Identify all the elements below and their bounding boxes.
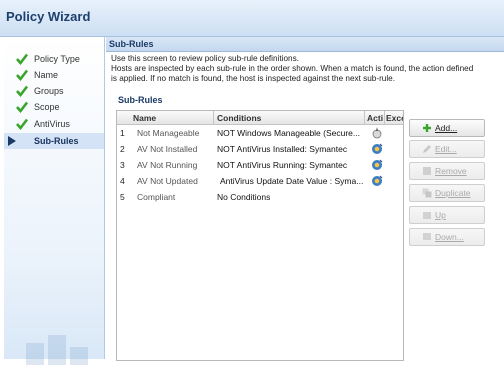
checkmark-icon xyxy=(16,69,28,81)
row-condition: No Conditions xyxy=(217,192,271,202)
sidebar-item-label: Policy Type xyxy=(34,54,80,64)
subrules-section-title: Sub-Rules xyxy=(118,95,163,105)
checkmark-icon xyxy=(16,85,28,97)
move-up-icon xyxy=(423,212,431,219)
row-number: 2 xyxy=(120,144,125,154)
description-line: is applied. If no match is found, the ho… xyxy=(111,74,395,83)
duplicate-button-label: Duplicate xyxy=(435,188,471,198)
sidebar-item-antivirus[interactable]: AntiVirus xyxy=(4,116,104,132)
checkmark-icon xyxy=(16,101,28,113)
row-number: 4 xyxy=(120,176,125,186)
sidebar-item-policy-type[interactable]: Policy Type xyxy=(4,51,104,67)
add-button[interactable]: Add... xyxy=(409,119,485,137)
remove-icon xyxy=(423,167,431,175)
up-button-label: Up xyxy=(435,210,446,220)
up-button[interactable]: Up xyxy=(409,206,485,224)
action-icon[interactable] xyxy=(371,159,383,171)
table-row[interactable]: 4 AV Not Updated AntiVirus Update Date V… xyxy=(117,173,403,189)
column-header-action[interactable]: Action xyxy=(367,113,383,123)
row-name: Not Manageable xyxy=(137,128,200,138)
row-condition: AntiVirus Update Date Value : Syma... xyxy=(220,176,364,186)
plus-icon xyxy=(423,124,431,132)
checkmark-icon xyxy=(16,53,28,65)
row-condition: NOT AntiVirus Running: Symantec xyxy=(217,160,348,170)
panel-header: Sub-Rules xyxy=(106,37,504,52)
table-header: Name Conditions Action Exce xyxy=(117,111,403,125)
move-down-icon xyxy=(423,233,431,240)
row-name: Compliant xyxy=(137,192,176,202)
pencil-icon xyxy=(423,145,431,153)
duplicate-icon xyxy=(422,188,432,198)
remove-button[interactable]: Remove xyxy=(409,162,485,180)
main-panel: Sub-Rules Use this screen to review poli… xyxy=(106,37,504,361)
duplicate-button[interactable]: Duplicate xyxy=(409,184,485,202)
action-icon[interactable] xyxy=(371,175,383,187)
table-row[interactable]: 5 Compliant No Conditions xyxy=(117,189,403,205)
table-row[interactable]: 3 AV Not Running NOT AntiVirus Running: … xyxy=(117,157,403,173)
sidebar-item-label: AntiVirus xyxy=(34,119,70,129)
row-condition: NOT Windows Manageable (Secure... xyxy=(217,128,360,138)
sidebar-item-name[interactable]: Name xyxy=(4,67,104,83)
row-number: 5 xyxy=(120,192,125,202)
column-header-exceptions[interactable]: Exce xyxy=(386,113,403,123)
description: Use this screen to review policy sub-rul… xyxy=(111,54,501,84)
row-number: 3 xyxy=(120,160,125,170)
description-line: Use this screen to review policy sub-rul… xyxy=(111,54,299,63)
checkmark-icon xyxy=(16,118,28,130)
notify-icon[interactable] xyxy=(371,127,383,139)
panel-header-title: Sub-Rules xyxy=(109,39,154,49)
down-button[interactable]: Down... xyxy=(409,228,485,246)
edit-button-label: Edit... xyxy=(435,144,457,154)
sidebar-item-label: Groups xyxy=(34,86,64,96)
wizard-sidebar: Policy Type Name Groups Scope AntiVirus … xyxy=(4,37,105,365)
sidebar-item-label: Sub-Rules xyxy=(34,136,79,146)
table-row[interactable]: 2 AV Not Installed NOT AntiVirus Install… xyxy=(117,141,403,157)
sidebar-item-label: Scope xyxy=(34,102,60,112)
add-button-label: Add... xyxy=(435,123,458,133)
edit-button[interactable]: Edit... xyxy=(409,140,485,158)
action-icon[interactable] xyxy=(371,143,383,155)
row-name: AV Not Updated xyxy=(137,176,198,186)
row-name: AV Not Installed xyxy=(137,144,198,154)
description-line: Hosts are inspected by each sub-rule in … xyxy=(111,64,474,73)
sidebar-item-scope[interactable]: Scope xyxy=(4,99,104,115)
sidebar-item-sub-rules[interactable]: Sub-Rules xyxy=(4,133,104,149)
down-button-label: Down... xyxy=(435,232,464,242)
column-header-name[interactable]: Name xyxy=(133,113,213,123)
title-bar: Policy Wizard xyxy=(0,0,504,37)
table-row[interactable]: 1 Not Manageable NOT Windows Manageable … xyxy=(117,125,403,141)
sidebar-item-label: Name xyxy=(34,70,59,80)
row-condition: NOT AntiVirus Installed: Symantec xyxy=(217,144,348,154)
row-number: 1 xyxy=(120,128,125,138)
network-watermark-icon xyxy=(26,335,88,365)
subrules-table[interactable]: Name Conditions Action Exce 1 Not Manage… xyxy=(116,110,404,361)
window-title: Policy Wizard xyxy=(6,9,91,24)
current-step-arrow-icon xyxy=(8,136,16,146)
row-name: AV Not Running xyxy=(137,160,198,170)
column-header-conditions[interactable]: Conditions xyxy=(217,113,359,123)
sidebar-item-groups[interactable]: Groups xyxy=(4,83,104,99)
remove-button-label: Remove xyxy=(435,166,467,176)
